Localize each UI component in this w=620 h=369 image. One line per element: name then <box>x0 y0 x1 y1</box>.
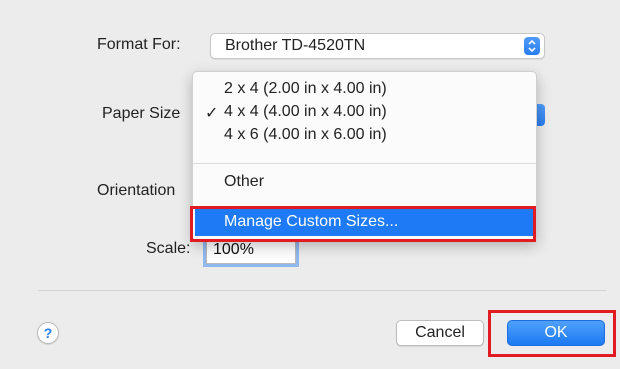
checkmark-icon: ✓ <box>205 105 219 122</box>
menu-item-label: Other <box>224 173 265 190</box>
menu-item-4x6[interactable]: 4 x 6 (4.00 in x 6.00 in) <box>193 124 536 146</box>
menu-item-label: 4 x 4 (4.00 in x 4.00 in) <box>224 103 387 120</box>
help-icon[interactable]: ? <box>37 322 59 344</box>
orientation-label: Orientation <box>97 182 176 199</box>
format-for-label: Format For: <box>97 36 181 53</box>
menu-item-label: 2 x 4 (2.00 in x 4.00 in) <box>224 80 387 97</box>
menu-item-other[interactable]: Other <box>193 171 536 193</box>
menu-item-label: Manage Custom Sizes... <box>224 213 399 230</box>
menu-item-label: 4 x 6 (4.00 in x 6.00 in) <box>224 126 387 143</box>
chevron-updown-icon <box>524 37 540 55</box>
divider <box>38 290 606 291</box>
scale-value: 100% <box>213 241 254 258</box>
menu-item-2x4[interactable]: 2 x 4 (2.00 in x 4.00 in) <box>193 78 536 100</box>
format-for-value: Brother TD-4520TN <box>225 37 366 54</box>
paper-size-menu: 2 x 4 (2.00 in x 4.00 in) ✓ 4 x 4 (4.00 … <box>192 71 537 241</box>
format-for-select[interactable]: Brother TD-4520TN <box>210 33 545 59</box>
paper-size-label: Paper Size <box>102 105 181 122</box>
menu-separator <box>193 163 536 164</box>
scale-label: Scale: <box>146 240 191 257</box>
menu-item-4x4[interactable]: ✓ 4 x 4 (4.00 in x 4.00 in) <box>193 101 536 123</box>
ok-button[interactable]: OK <box>507 320 605 346</box>
cancel-button[interactable]: Cancel <box>396 320 484 346</box>
menu-item-manage-custom-sizes[interactable]: Manage Custom Sizes... <box>195 208 534 236</box>
